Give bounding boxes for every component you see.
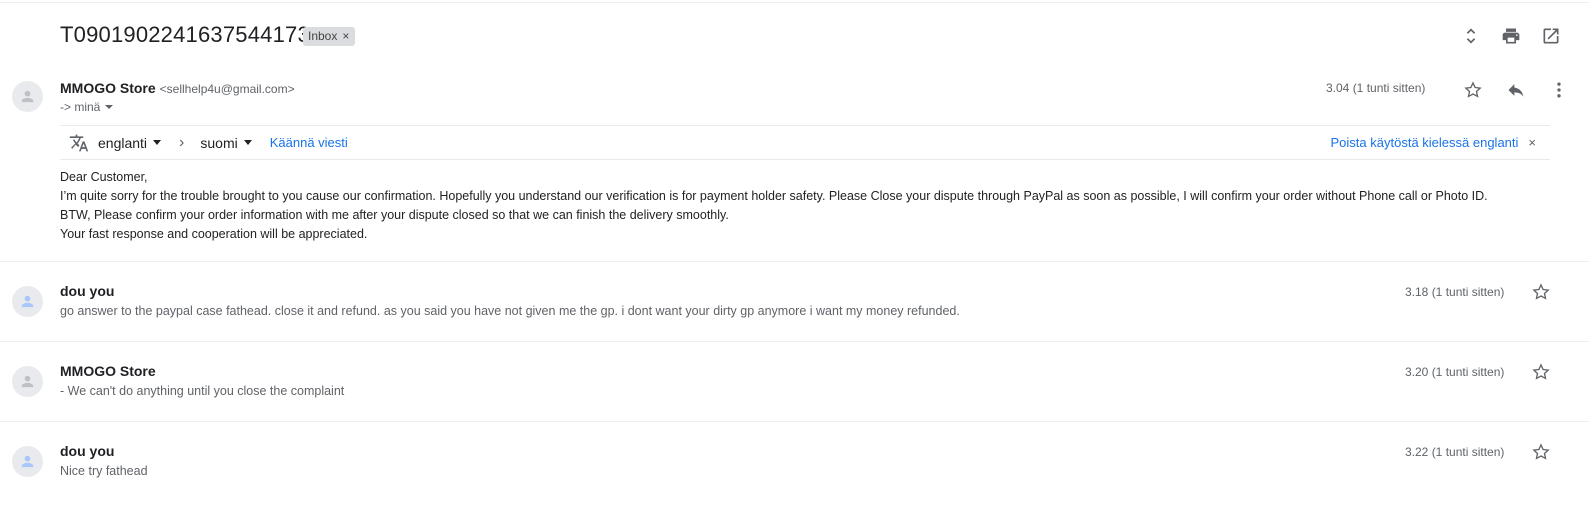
inbox-label-chip[interactable]: Inbox ×	[303, 27, 356, 46]
sender-avatar[interactable]	[12, 286, 43, 317]
sender-email: <sellhelp4u@gmail.com>	[159, 82, 295, 96]
sender-line: MMOGO Store <sellhelp4u@gmail.com>	[60, 80, 295, 96]
chevron-down-icon[interactable]	[104, 102, 114, 112]
person-icon	[21, 375, 34, 388]
caret-down-icon	[153, 140, 162, 145]
sender-name[interactable]: MMOGO Store	[60, 80, 156, 96]
collapsed-snippet[interactable]: go answer to the paypal case fathead. cl…	[60, 304, 960, 318]
body-line: Dear Customer,	[60, 170, 148, 184]
translate-message-link[interactable]: Käännä viesti	[270, 135, 348, 150]
open-new-window-icon[interactable]	[1539, 24, 1563, 48]
collapsed-snippet[interactable]: - We can't do anything until you close t…	[60, 384, 344, 398]
recipient-text: -> minä	[60, 100, 101, 114]
collapsed-sender-name[interactable]: dou you	[60, 283, 114, 299]
thread-actions	[1459, 24, 1563, 48]
translate-bar: englanti › suomi Käännä viesti Poista kä…	[60, 125, 1550, 160]
message-time: 3.04 (1 tunti sitten)	[1326, 81, 1426, 95]
thread-subject: T0901902241637544173	[60, 22, 310, 47]
message-divider	[0, 261, 1589, 262]
target-language-select[interactable]: suomi	[200, 134, 252, 151]
message-divider	[0, 341, 1589, 342]
recipient-details[interactable]: -> minä	[60, 100, 114, 114]
star-icon[interactable]	[1531, 442, 1551, 462]
sender-avatar[interactable]	[12, 446, 43, 477]
reply-icon[interactable]	[1504, 78, 1528, 102]
expand-collapse-icon[interactable]	[1459, 24, 1483, 48]
collapsed-snippet[interactable]: Nice try fathead	[60, 464, 148, 478]
message-time: 3.20 (1 tunti sitten)	[1405, 365, 1505, 379]
body-line: Your fast response and cooperation will …	[60, 227, 368, 241]
translate-icon	[68, 132, 90, 154]
body-line: BTW, Please confirm your order informati…	[60, 208, 729, 222]
message-actions	[1461, 78, 1571, 102]
star-icon[interactable]	[1531, 362, 1551, 382]
message-body: Dear Customer, I’m quite sorry for the t…	[60, 168, 1488, 244]
collapsed-sender-name[interactable]: MMOGO Store	[60, 363, 156, 379]
translate-bar-right: Poista käytöstä kielessä englanti ×	[1331, 126, 1536, 159]
more-options-icon[interactable]	[1547, 78, 1571, 102]
sender-avatar[interactable]	[12, 366, 43, 397]
collapsed-sender-name[interactable]: dou you	[60, 443, 114, 459]
star-icon[interactable]	[1461, 78, 1485, 102]
close-icon[interactable]: ×	[1528, 135, 1536, 150]
top-divider	[0, 2, 1589, 3]
disable-translation-link[interactable]: Poista käytöstä kielessä englanti	[1331, 135, 1519, 150]
source-language-label: englanti	[98, 134, 148, 151]
person-icon	[21, 455, 34, 468]
target-language-label: suomi	[200, 134, 238, 151]
caret-down-icon	[243, 140, 252, 145]
person-icon	[21, 90, 34, 103]
sender-avatar[interactable]	[12, 81, 43, 112]
message-divider	[0, 421, 1589, 422]
print-icon[interactable]	[1499, 24, 1523, 48]
person-icon	[21, 295, 34, 308]
inbox-label-text: Inbox	[308, 29, 338, 43]
message-time: 3.22 (1 tunti sitten)	[1405, 445, 1505, 459]
remove-label-icon[interactable]: ×	[342, 27, 349, 46]
chevron-right-icon: ›	[179, 133, 185, 151]
message-time: 3.18 (1 tunti sitten)	[1405, 285, 1505, 299]
source-language-select[interactable]: englanti	[98, 134, 162, 151]
body-line: I’m quite sorry for the trouble brought …	[60, 189, 1488, 203]
star-icon[interactable]	[1531, 282, 1551, 302]
